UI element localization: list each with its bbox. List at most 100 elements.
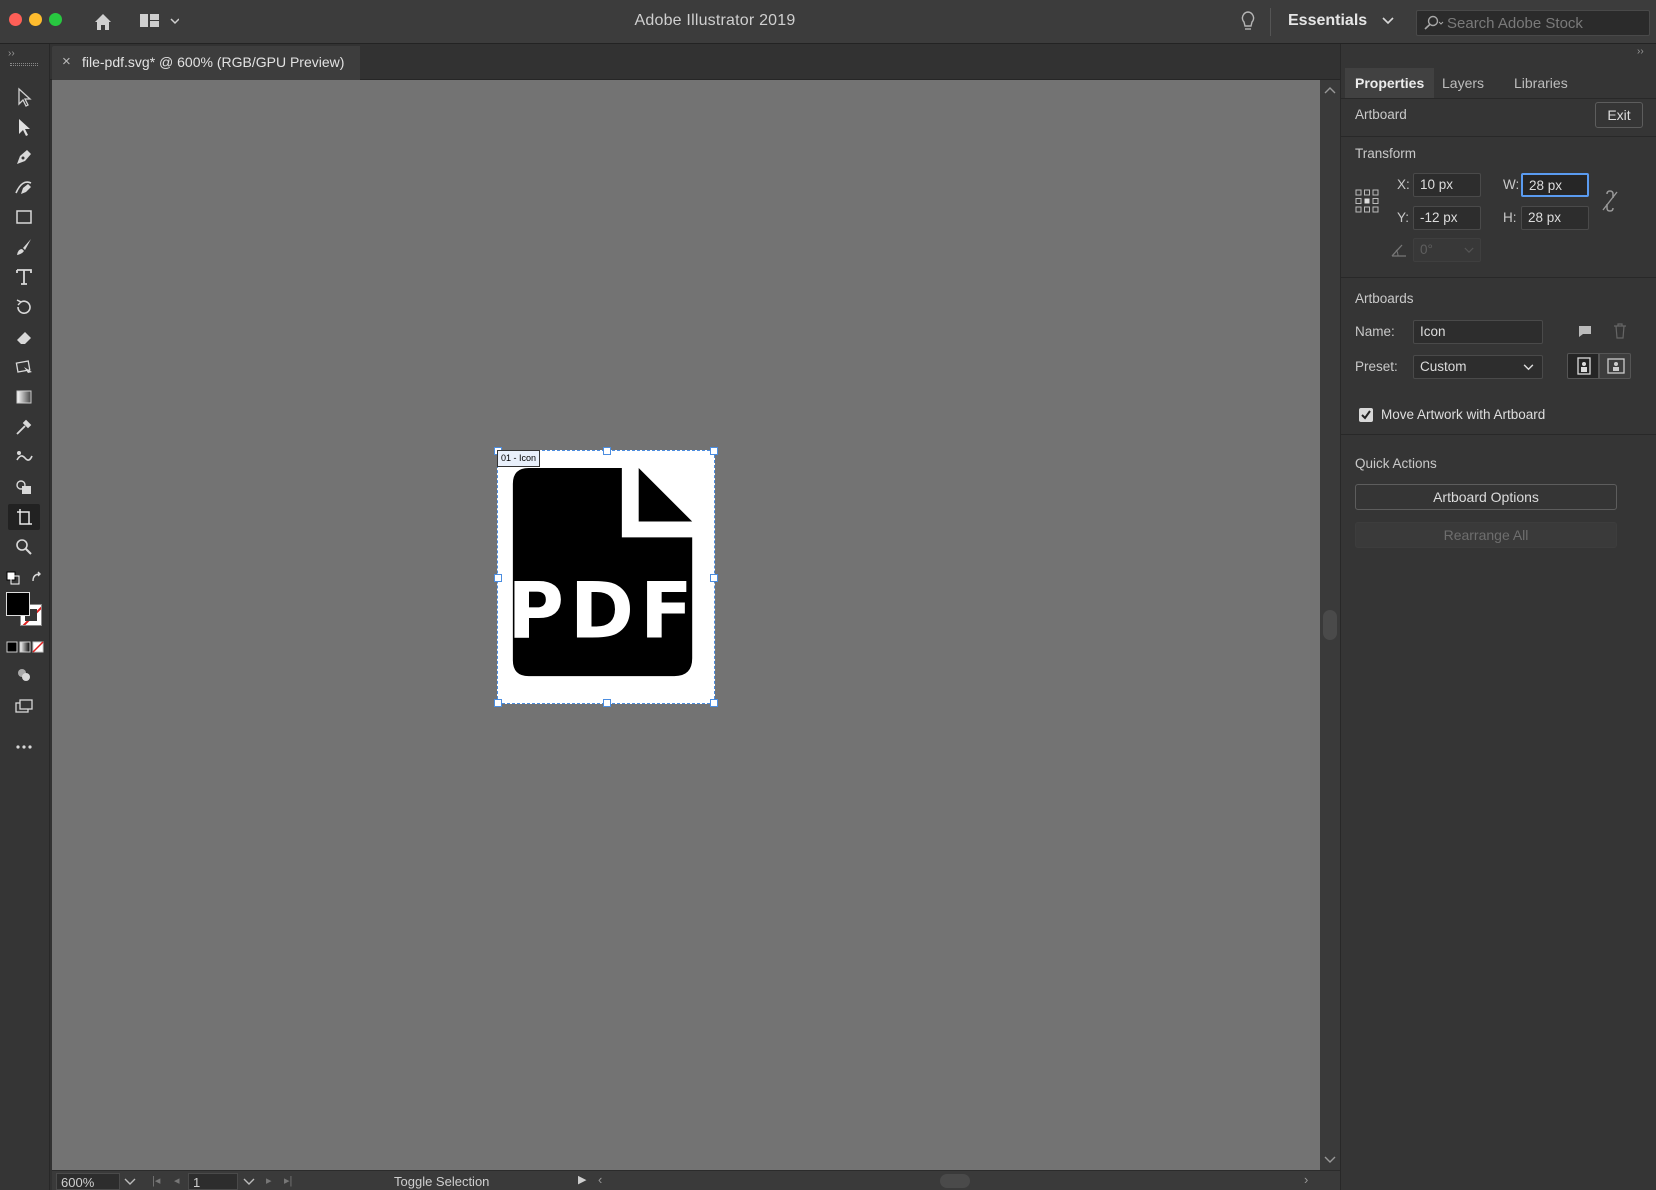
scroll-up-icon[interactable] xyxy=(1324,86,1336,94)
home-icon[interactable] xyxy=(92,11,114,33)
artboard-options-button[interactable]: Artboard Options xyxy=(1355,484,1617,510)
move-artwork-checkbox[interactable] xyxy=(1359,408,1373,422)
new-artboard-icon[interactable] xyxy=(1577,324,1593,338)
resize-handle-e[interactable] xyxy=(710,574,718,582)
close-window-button[interactable] xyxy=(9,13,22,26)
stock-search-input[interactable]: Search Adobe Stock xyxy=(1416,10,1650,36)
collapse-toolbar-icon[interactable]: ›› xyxy=(8,48,15,59)
artboard-number-dropdown-icon[interactable] xyxy=(243,1178,255,1186)
search-placeholder: Search Adobe Stock xyxy=(1447,15,1583,32)
resize-handle-n[interactable] xyxy=(603,447,611,455)
color-mode-icons[interactable] xyxy=(6,640,44,653)
x-label: X: xyxy=(1397,177,1410,192)
tab-libraries[interactable]: Libraries xyxy=(1504,68,1578,98)
workspace-switcher[interactable]: Essentials xyxy=(1288,12,1394,30)
vertical-scrollbar[interactable] xyxy=(1320,80,1340,1170)
puppet-warp-tool-icon[interactable] xyxy=(8,444,40,470)
first-artboard-icon[interactable]: |◂ xyxy=(152,1174,160,1187)
zoom-level-value: 600% xyxy=(61,1175,95,1190)
last-artboard-icon[interactable]: ▸| xyxy=(284,1174,292,1187)
h-field[interactable]: 28 px xyxy=(1521,206,1589,230)
paintbrush-tool-icon[interactable] xyxy=(8,234,40,260)
scroll-right-icon[interactable]: › xyxy=(1304,1172,1308,1187)
landscape-orientation-button[interactable] xyxy=(1599,353,1631,379)
reference-point-icon[interactable] xyxy=(1355,189,1379,213)
horizontal-scroll-thumb[interactable] xyxy=(940,1174,970,1188)
status-bar: 600% |◂ ◂ 1 ▸ ▸| Toggle Selection ▶ ‹ › xyxy=(52,1170,1340,1190)
x-field[interactable]: 10 px xyxy=(1413,173,1481,197)
next-artboard-icon[interactable]: ▸ xyxy=(266,1174,272,1187)
scroll-down-icon[interactable] xyxy=(1324,1156,1336,1164)
resize-handle-se[interactable] xyxy=(710,699,718,707)
arrange-documents-icon[interactable] xyxy=(139,12,180,32)
close-tab-icon[interactable]: × xyxy=(62,53,71,70)
title-bar: Adobe Illustrator 2019 Essentials Search… xyxy=(0,0,1656,44)
collapse-panel-icon[interactable]: ›› xyxy=(1637,46,1644,57)
selection-tool-icon[interactable] xyxy=(8,84,40,110)
portrait-orientation-button[interactable] xyxy=(1567,353,1599,379)
y-field[interactable]: -12 px xyxy=(1413,206,1481,230)
drawing-modes-icon[interactable] xyxy=(8,662,40,688)
exit-button[interactable]: Exit xyxy=(1595,102,1643,128)
gradient-tool-icon[interactable] xyxy=(8,384,40,410)
constrain-proportions-icon[interactable] xyxy=(1601,190,1619,212)
shape-builder-tool-icon[interactable] xyxy=(8,474,40,500)
resize-handle-w[interactable] xyxy=(494,574,502,582)
delete-artboard-icon[interactable] xyxy=(1613,323,1627,339)
resize-handle-s[interactable] xyxy=(603,699,611,707)
tab-properties[interactable]: Properties xyxy=(1345,68,1435,98)
previous-artboard-icon[interactable]: ◂ xyxy=(174,1174,180,1187)
workspace-label: Essentials xyxy=(1288,12,1368,29)
rectangle-tool-icon[interactable] xyxy=(8,204,40,230)
pdf-glyph-text: PDF xyxy=(507,566,698,656)
tab-layers[interactable]: Layers xyxy=(1432,68,1494,98)
rotate-angle-icon xyxy=(1391,243,1407,257)
search-icon xyxy=(1424,15,1444,30)
fill-color-swatch[interactable] xyxy=(6,592,30,616)
resize-handle-sw[interactable] xyxy=(494,699,502,707)
type-tool-icon[interactable] xyxy=(8,264,40,290)
curvature-tool-icon[interactable] xyxy=(8,174,40,200)
landscape-icon xyxy=(1607,358,1625,374)
quick-actions-heading: Quick Actions xyxy=(1355,456,1437,471)
w-field[interactable]: 28 px xyxy=(1521,173,1589,197)
vertical-scroll-thumb[interactable] xyxy=(1323,610,1337,640)
artboard-number-field[interactable]: 1 xyxy=(188,1173,238,1190)
portrait-icon xyxy=(1577,357,1591,375)
preset-select[interactable]: Custom xyxy=(1413,355,1543,379)
edit-toolbar-icon[interactable] xyxy=(8,734,40,760)
resize-handle-ne[interactable] xyxy=(710,447,718,455)
artboard-tool-icon[interactable] xyxy=(8,504,40,530)
artboard-name-field[interactable]: Icon xyxy=(1413,320,1543,344)
app-title: Adobe Illustrator 2019 xyxy=(634,12,796,29)
pen-tool-icon[interactable] xyxy=(8,144,40,170)
zoom-dropdown-icon[interactable] xyxy=(124,1178,136,1186)
status-menu-arrow-icon[interactable]: ▶ xyxy=(578,1173,586,1186)
checkmark-icon xyxy=(1361,410,1371,420)
preset-label: Preset: xyxy=(1355,359,1398,374)
separator xyxy=(1270,8,1271,36)
toolbar-grip[interactable] xyxy=(10,63,38,66)
h-label: H: xyxy=(1503,210,1517,225)
chevron-down-icon xyxy=(1464,247,1474,253)
y-label: Y: xyxy=(1397,210,1410,225)
eyedropper-tool-icon[interactable] xyxy=(8,414,40,440)
free-transform-tool-icon[interactable] xyxy=(8,354,40,380)
document-tab[interactable]: × file-pdf.svg* @ 600% (RGB/GPU Preview) xyxy=(52,46,360,80)
direct-selection-tool-icon[interactable] xyxy=(8,114,40,140)
artboard[interactable]: PDF xyxy=(494,447,718,707)
rotate-tool-icon[interactable] xyxy=(8,294,40,320)
default-fill-stroke-icon[interactable] xyxy=(6,571,20,585)
move-artwork-label[interactable]: Move Artwork with Artboard xyxy=(1381,407,1545,422)
swap-fill-stroke-icon[interactable] xyxy=(30,571,44,585)
pdf-file-icon: PDF xyxy=(507,468,698,677)
zoom-tool-icon[interactable] xyxy=(8,534,40,560)
zoom-window-button[interactable] xyxy=(49,13,62,26)
minimize-window-button[interactable] xyxy=(29,13,42,26)
rearrange-all-button: Rearrange All xyxy=(1355,522,1617,548)
zoom-level-field[interactable]: 600% xyxy=(56,1173,120,1190)
screen-mode-icon[interactable] xyxy=(8,694,40,720)
lightbulb-icon[interactable] xyxy=(1239,10,1257,34)
scroll-left-icon[interactable]: ‹ xyxy=(598,1172,602,1187)
eraser-tool-icon[interactable] xyxy=(8,324,40,350)
